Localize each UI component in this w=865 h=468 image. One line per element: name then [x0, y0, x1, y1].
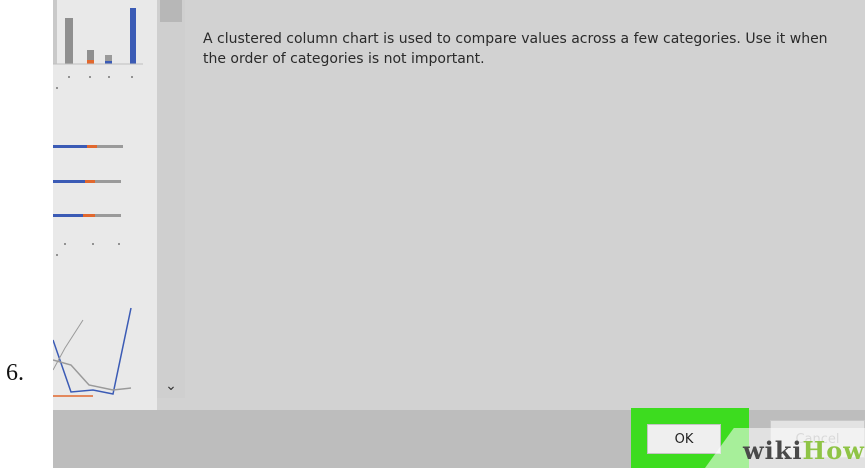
thumb-bar — [53, 0, 57, 64]
thumb-bar — [53, 145, 87, 148]
thumb-line — [53, 319, 84, 371]
thumb-bar — [87, 145, 97, 148]
thumb-bar — [85, 180, 95, 183]
watermark-wiki: wiki — [743, 436, 803, 465]
column-chart-thumbnail[interactable] — [53, 0, 143, 89]
thumb-bar — [95, 180, 121, 183]
insert-chart-dialog: ⌄ A clustered column chart is used to co… — [53, 0, 865, 468]
thumb-line — [53, 307, 132, 395]
thumb-tick — [92, 243, 94, 245]
wikihow-watermark: wikiHow — [743, 436, 865, 465]
thumb-tick — [64, 243, 66, 245]
thumb-bar — [83, 214, 95, 217]
thumb-tick — [56, 87, 58, 89]
thumb-bar — [53, 180, 85, 183]
chart-preview-panel — [53, 0, 157, 410]
chart-type-description: A clustered column chart is used to comp… — [203, 31, 828, 67]
line-chart-thumbnail[interactable] — [53, 307, 132, 397]
scroll-thumb[interactable] — [160, 0, 182, 22]
thumb-bar — [130, 8, 136, 64]
chevron-down-icon: ⌄ — [165, 377, 177, 393]
watermark-how: How — [802, 436, 865, 465]
ok-button[interactable]: OK — [647, 424, 721, 454]
thumb-tick — [56, 254, 58, 256]
bar-chart-thumbnail[interactable] — [53, 145, 123, 256]
thumb-tick — [131, 76, 133, 78]
thumb-bar — [65, 18, 73, 64]
chart-thumbnails — [53, 0, 143, 397]
thumb-tick — [89, 76, 91, 78]
step-number: 6. — [6, 360, 24, 386]
thumb-tick — [108, 76, 110, 78]
thumb-bar — [53, 214, 83, 217]
thumb-bar — [95, 214, 121, 217]
preview-scrollbar[interactable]: ⌄ — [157, 0, 185, 398]
thumb-tick — [68, 76, 70, 78]
thumb-bar — [97, 145, 123, 148]
scroll-down-button[interactable]: ⌄ — [157, 376, 185, 394]
thumb-bar — [87, 60, 94, 64]
thumb-tick — [118, 243, 120, 245]
